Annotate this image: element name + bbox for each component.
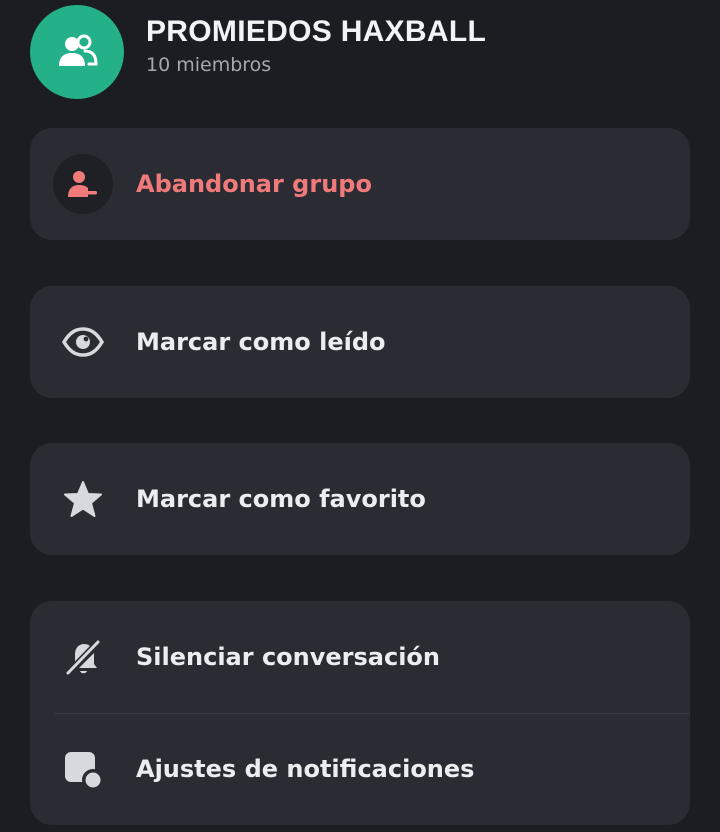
group-icon: [59, 34, 98, 66]
group-avatar: [30, 5, 124, 99]
mark-read-button[interactable]: Marcar como leído: [30, 286, 690, 398]
group-name: PROMIEDOS HAXBALL: [146, 15, 487, 48]
group-options-sheet: PROMIEDOS HAXBALL 10 miembros Abandonar …: [0, 0, 720, 832]
mark-read-card: Marcar como leído: [30, 286, 690, 398]
leave-group-button[interactable]: Abandonar grupo: [30, 128, 690, 240]
notification-settings-label: Ajustes de notificaciones: [136, 755, 475, 783]
favorite-card: Marcar como favorito: [30, 443, 690, 555]
notification-settings-icon: [52, 738, 114, 800]
mark-read-label: Marcar como leído: [136, 328, 386, 356]
eye-icon: [52, 311, 114, 373]
favorite-button[interactable]: Marcar como favorito: [30, 443, 690, 555]
group-header: PROMIEDOS HAXBALL 10 miembros: [30, 4, 486, 100]
leave-group-icon: [53, 154, 113, 214]
bell-muted-icon: [52, 626, 114, 688]
leave-group-label: Abandonar grupo: [136, 170, 372, 198]
mute-conversation-button[interactable]: Silenciar conversación: [30, 601, 690, 713]
group-header-text: PROMIEDOS HAXBALL 10 miembros: [146, 14, 486, 76]
leave-group-card: Abandonar grupo: [30, 128, 690, 240]
notifications-card: Silenciar conversación Ajustes de notifi…: [30, 601, 690, 825]
star-icon: [52, 468, 114, 530]
member-count: 10 miembros: [146, 54, 272, 76]
favorite-label: Marcar como favorito: [136, 485, 426, 513]
notification-settings-button[interactable]: Ajustes de notificaciones: [30, 713, 690, 825]
mute-conversation-label: Silenciar conversación: [136, 643, 441, 671]
